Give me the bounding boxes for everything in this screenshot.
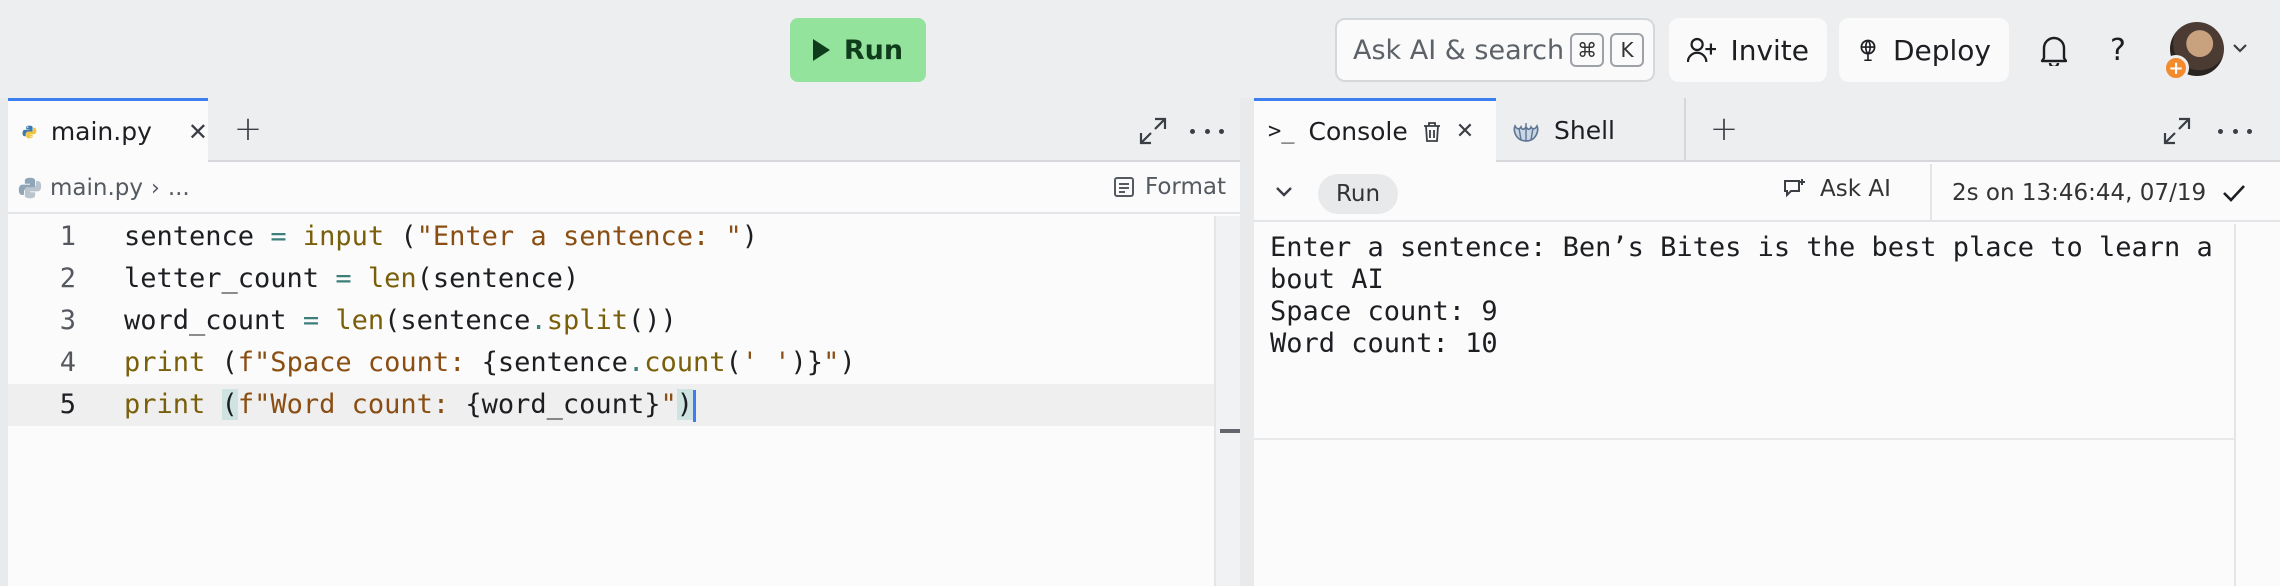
line-number: 5 <box>59 389 76 420</box>
plus-icon[interactable]: + <box>1706 112 1742 148</box>
format-label: Format <box>1144 174 1226 200</box>
code-text: word_count = len(sentence.split()) <box>124 305 677 336</box>
code-editor[interactable]: 1 sentence = input ("Enter a sentence: ")… <box>8 216 1214 586</box>
tab-console-label: Console <box>1308 117 1408 146</box>
add-user-icon <box>1687 37 1717 63</box>
tab-console[interactable]: >_ Console ✕ <box>1254 98 1496 162</box>
code-text: letter_count = len(sentence) <box>124 263 580 294</box>
deploy-button[interactable]: Deploy <box>1839 18 2009 82</box>
ask-ai-button[interactable]: Ask AI <box>1782 176 1891 202</box>
ask-ai-label: Ask AI <box>1820 176 1891 202</box>
plus-icon[interactable]: + <box>230 112 266 148</box>
deploy-icon <box>1860 39 1876 62</box>
line-number: 1 <box>59 221 76 252</box>
line-number: 4 <box>59 347 76 378</box>
code-line-active: 5 print (f"Word count: {word_count}") <box>8 384 1214 426</box>
breadcrumb-more[interactable]: ... <box>168 175 190 201</box>
editor-scrollbar[interactable] <box>1214 216 1246 586</box>
checkmark-icon <box>2223 185 2246 202</box>
bell-icon[interactable] <box>2032 28 2076 72</box>
breadcrumb-file[interactable]: main.py <box>50 175 143 201</box>
search-input[interactable]: Ask AI & search ⌘ K <box>1335 18 1655 82</box>
deploy-label: Deploy <box>1892 33 1991 67</box>
editor-tab-bar: main.py ✕ + <box>8 98 1240 162</box>
play-icon <box>812 39 830 61</box>
k-key: K <box>1610 33 1645 67</box>
line-number: 3 <box>59 305 76 336</box>
shell-icon <box>1513 123 1539 142</box>
code-line: 4 print (f"Space count: {sentence.count('… <box>8 342 1214 384</box>
run-timestamp: 2s on 13:46:44, 07/19 <box>1930 164 2246 222</box>
chevron-down-icon[interactable] <box>1274 184 1294 200</box>
editor-pane: main.py ✕ + main.py › ... Format 1 senten… <box>8 98 1246 586</box>
console-toolbar: Run Ask AI 2s on 13:46:44, 07/19 <box>1254 164 2280 222</box>
console-tab-bar: >_ Console ✕ Shell + <box>1254 98 2280 162</box>
text-cursor <box>693 389 696 422</box>
code-text: print (f"Space count: {sentence.count(' … <box>124 347 856 378</box>
command-key-icon: ⌘ <box>1570 33 1605 67</box>
timestamp-text: 2s on 13:46:44, 07/19 <box>1952 180 2207 206</box>
help-icon[interactable]: ? <box>2096 28 2140 72</box>
tab-main-py[interactable]: main.py ✕ <box>8 98 208 162</box>
python-icon <box>22 125 37 138</box>
expand-icon[interactable] <box>2162 116 2192 146</box>
terminal-icon: >_ <box>1268 119 1295 144</box>
tab-shell[interactable]: Shell <box>1496 98 1686 162</box>
tab-shell-label: Shell <box>1554 115 1615 145</box>
trash-icon[interactable] <box>1422 121 1442 143</box>
format-icon <box>1113 177 1134 197</box>
more-icon[interactable] <box>1190 116 1224 146</box>
more-icon[interactable] <box>2218 116 2252 146</box>
top-bar: Run Ask AI & search ⌘ K Invite Deploy ? … <box>0 0 2280 98</box>
tab-label: main.py <box>50 117 152 146</box>
code-line: 3 word_count = len(sentence.split()) <box>8 300 1214 342</box>
invite-button[interactable]: Invite <box>1669 18 1827 82</box>
expand-icon[interactable] <box>1138 116 1168 146</box>
ask-ai-icon <box>1784 179 1805 198</box>
line-number: 2 <box>59 263 76 294</box>
run-button-label: Run <box>843 34 904 66</box>
search-placeholder: Ask AI & search <box>1353 34 1565 66</box>
code-text: print (f"Word count: {word_count}") <box>124 384 696 426</box>
console-run-button[interactable]: Run <box>1318 174 1398 214</box>
console-pane: >_ Console ✕ Shell + Run Ask AI 2s on 13… <box>1254 98 2280 586</box>
invite-label: Invite <box>1730 33 1809 67</box>
run-button[interactable]: Run <box>790 18 926 82</box>
code-text: sentence = input ("Enter a sentence: ") <box>124 221 759 252</box>
console-output: Enter a sentence: Ben’s Bites is the bes… <box>1270 232 2213 359</box>
avatar-badge-icon: + <box>2163 55 2189 81</box>
breadcrumb-separator-icon: › <box>151 175 160 201</box>
code-line: 1 sentence = input ("Enter a sentence: ") <box>8 216 1214 258</box>
close-icon[interactable]: ✕ <box>188 118 208 146</box>
code-line: 2 letter_count = len(sentence) <box>8 258 1214 300</box>
chevron-down-icon[interactable] <box>2232 42 2248 54</box>
pane-divider[interactable] <box>1240 98 1254 586</box>
close-icon[interactable]: ✕ <box>1456 119 1474 144</box>
breadcrumb: main.py › ... Format <box>8 164 1240 214</box>
format-button[interactable]: Format <box>1113 174 1226 200</box>
console-scrollbar[interactable] <box>2234 224 2280 586</box>
output-divider <box>1254 438 2234 440</box>
python-icon <box>18 177 42 199</box>
